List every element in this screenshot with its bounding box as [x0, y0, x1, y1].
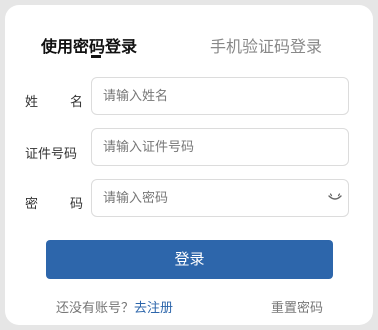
password-input[interactable]	[103, 180, 318, 216]
reset-password-link[interactable]: 重置密码	[271, 297, 323, 316]
register-link[interactable]: 去注册	[134, 301, 173, 316]
no-account-text: 还没有账号？	[56, 301, 135, 316]
id-number-label: 证件号码	[25, 147, 78, 162]
name-label: 姓 名	[25, 95, 83, 110]
tab-password-login[interactable]: 使用密码登录	[41, 33, 137, 57]
password-label: 密 码	[25, 197, 83, 212]
login-button[interactable]: 登录	[46, 240, 333, 279]
password-field	[91, 179, 349, 217]
id-number-input[interactable]	[103, 129, 318, 165]
active-tab-indicator	[91, 55, 101, 58]
tab-sms-login[interactable]: 手机验证码登录	[210, 33, 322, 57]
name-input[interactable]	[103, 78, 318, 114]
name-field	[91, 77, 349, 115]
login-card: 使用密码登录 手机验证码登录 姓 名 证件号码 密 码 登录 还没有账号？去注册…	[5, 5, 373, 325]
register-prompt: 还没有账号？去注册	[56, 297, 173, 316]
eye-closed-icon[interactable]	[328, 193, 342, 203]
id-number-field	[91, 128, 349, 166]
